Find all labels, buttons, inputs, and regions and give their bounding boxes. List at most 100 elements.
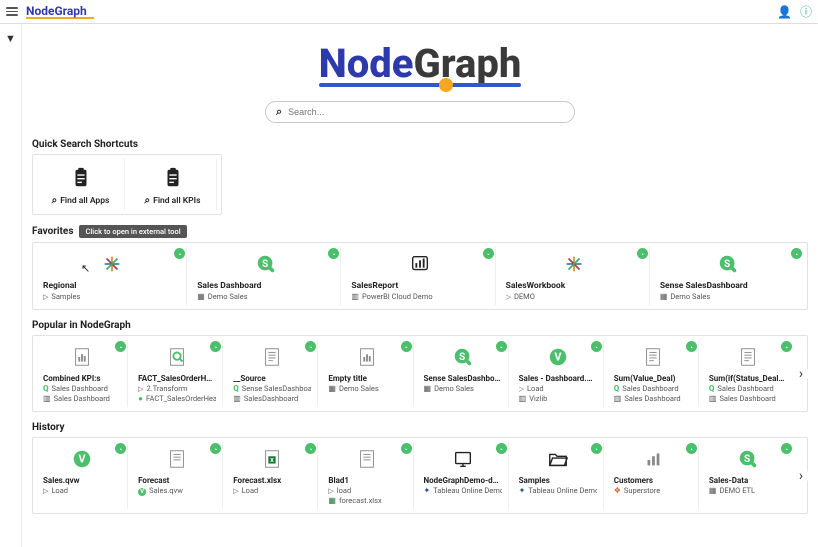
favorites-card[interactable]: S Sense SalesDashboard Demo Sales — [654, 247, 803, 305]
card-title: Sum(Value_Deal) — [614, 374, 692, 383]
topbar-logo-part1: Node — [26, 4, 54, 18]
next-arrow-icon[interactable]: › — [793, 366, 809, 382]
status-badge-icon — [591, 443, 602, 454]
history-card[interactable]: Blad1 load forecast.xlsx — [322, 442, 413, 509]
popular-card[interactable]: V Sales - Dashboard.qvw Load ▥Vizlib — [513, 340, 604, 407]
magnifier-icon: ⌕ — [145, 195, 151, 206]
topbar: NodeGraph 👤 ⓘ — [0, 0, 818, 24]
topbar-logo[interactable]: NodeGraph — [26, 4, 94, 19]
favorites-card[interactable]: SalesReport ▥PowerBI Cloud Demo — [345, 247, 495, 305]
popular-heading: Popular in NodeGraph — [32, 320, 808, 331]
card-meta: Demo Sales — [670, 292, 710, 301]
status-badge-icon — [791, 248, 802, 259]
left-rail: ▼ — [0, 24, 22, 547]
favorites-card[interactable]: SalesWorkbook DEMO — [500, 247, 650, 305]
card-title: Sales - Dashboard.qvw — [519, 374, 597, 383]
v-icon: V — [43, 446, 121, 472]
card-title: Forecast.xlsx — [233, 476, 311, 485]
status-badge-icon — [328, 248, 339, 259]
card-title: Sense SalesDashboard — [660, 281, 797, 291]
history-card[interactable]: Samples Tableau Online Demo — [513, 442, 604, 509]
history-card[interactable]: NodeGraphDemo-dev-9528... Tableau Online… — [418, 442, 509, 509]
status-badge-icon — [401, 443, 412, 454]
card-meta: Sales Dashboard — [717, 384, 773, 393]
card-meta: Load — [527, 384, 544, 393]
status-badge-icon — [686, 443, 697, 454]
search-icon: ⌕ — [276, 105, 282, 119]
card-title: Sales Dashboard — [197, 281, 334, 291]
card-title: NodeGraphDemo-dev-9528... — [424, 476, 502, 485]
info-icon[interactable]: ⓘ — [800, 3, 812, 20]
history-row: › V Sales.qvw Load Forecast Sales.qvw X … — [32, 437, 808, 514]
search-field[interactable] — [288, 107, 564, 117]
popular-row: › Combined KPI:s Sales Dashboard ▥Sales … — [32, 335, 808, 412]
card-title: Regional — [43, 281, 180, 291]
card-meta: Samples — [51, 292, 80, 301]
card-meta: Vizlib — [529, 394, 547, 403]
logo-part2: Graph — [414, 40, 522, 87]
search-input[interactable]: ⌕ — [265, 101, 575, 123]
xlsx-icon: X — [233, 446, 311, 472]
card-meta: Tableau Online Demo — [433, 486, 501, 495]
logo-part1: Node — [319, 40, 414, 87]
filter-icon[interactable]: ▼ — [5, 32, 16, 45]
popular-card[interactable]: Sum(Value_Deal) Sales Dashboard ▥Sales D… — [608, 340, 699, 407]
history-card[interactable]: Forecast Sales.qvw — [132, 442, 223, 509]
favorites-card[interactable]: ↖ Regional Samples — [37, 247, 187, 305]
card-title: Sum(if(Status_Deal='open',... — [709, 374, 787, 383]
card-meta: Sales Dashboard — [624, 394, 680, 403]
shortcut-label: Find all KPIs — [153, 196, 200, 206]
history-card[interactable]: Customers Superstore — [608, 442, 699, 509]
tableau-server-icon — [424, 446, 502, 472]
shortcuts-heading: Quick Search Shortcuts — [32, 139, 808, 150]
card-meta: Sense SalesDashboard — [242, 384, 312, 393]
sense-s-icon: S — [197, 251, 334, 277]
bar-chart-icon — [614, 446, 692, 472]
popular-card[interactable]: FACT_SalesOrderHeader.qvd 2.Transform ●F… — [132, 340, 223, 407]
shortcut-find-all-apps[interactable]: ⌕Find all Apps — [37, 159, 125, 210]
next-arrow-icon[interactable]: › — [793, 468, 809, 484]
card-title: Customers — [614, 476, 692, 485]
popular-card[interactable]: Combined KPI:s Sales Dashboard ▥Sales Da… — [37, 340, 128, 407]
card-title: __Source — [233, 374, 311, 383]
status-badge-icon — [210, 341, 221, 352]
folder-open-icon — [519, 446, 597, 472]
user-icon[interactable]: 👤 — [777, 5, 792, 19]
tableau-cross-icon — [506, 251, 643, 277]
card-meta: forecast.xlsx — [339, 496, 382, 505]
status-badge-icon — [496, 341, 507, 352]
card-title: Sense SalesDashboard — [424, 374, 502, 383]
history-card[interactable]: V Sales.qvw Load — [37, 442, 128, 509]
shortcuts-row: ⌕Find all Apps ⌕Find all KPIs — [32, 154, 222, 215]
popular-card[interactable]: S Sense SalesDashboard Demo Sales — [418, 340, 509, 407]
magnifier-icon: ⌕ — [52, 195, 58, 206]
popular-card[interactable]: Empty title Demo Sales — [322, 340, 413, 407]
svg-text:S: S — [262, 259, 268, 270]
card-meta: Demo Sales — [434, 384, 474, 393]
status-badge-icon — [781, 341, 792, 352]
card-title: Combined KPI:s — [43, 374, 121, 383]
favorites-card[interactable]: S Sales Dashboard Demo Sales — [191, 247, 341, 305]
shortcut-find-all-kpis[interactable]: ⌕Find all KPIs — [129, 159, 217, 210]
svg-text:X: X — [271, 458, 275, 464]
card-meta: Demo Sales — [339, 384, 379, 393]
favorites-row: ↖ Regional Samples S Sales Dashboard Dem… — [32, 242, 808, 310]
sheet-icon — [709, 344, 787, 370]
history-heading: History — [32, 422, 808, 433]
menu-icon[interactable] — [6, 7, 18, 16]
status-badge-icon — [210, 443, 221, 454]
favorites-heading: Favorites — [32, 226, 73, 237]
card-meta: Sales Dashboard — [54, 394, 110, 403]
status-badge-icon — [781, 443, 792, 454]
popular-card[interactable]: __Source Sense SalesDashboard ▥SalesDash… — [227, 340, 318, 407]
card-meta: Load — [242, 486, 259, 495]
svg-text:V: V — [78, 453, 86, 466]
card-meta: Sales Dashboard — [719, 394, 775, 403]
history-card[interactable]: S Sales-Data DEMO ETL — [703, 442, 793, 509]
card-meta: Superstore — [624, 486, 660, 495]
history-card[interactable]: X Forecast.xlsx Load — [227, 442, 318, 509]
card-meta: load — [337, 486, 351, 495]
topbar-logo-part2: Graph — [54, 4, 86, 18]
status-badge-icon — [686, 341, 697, 352]
popular-card[interactable]: Sum(if(Status_Deal='open',... Sales Dash… — [703, 340, 793, 407]
